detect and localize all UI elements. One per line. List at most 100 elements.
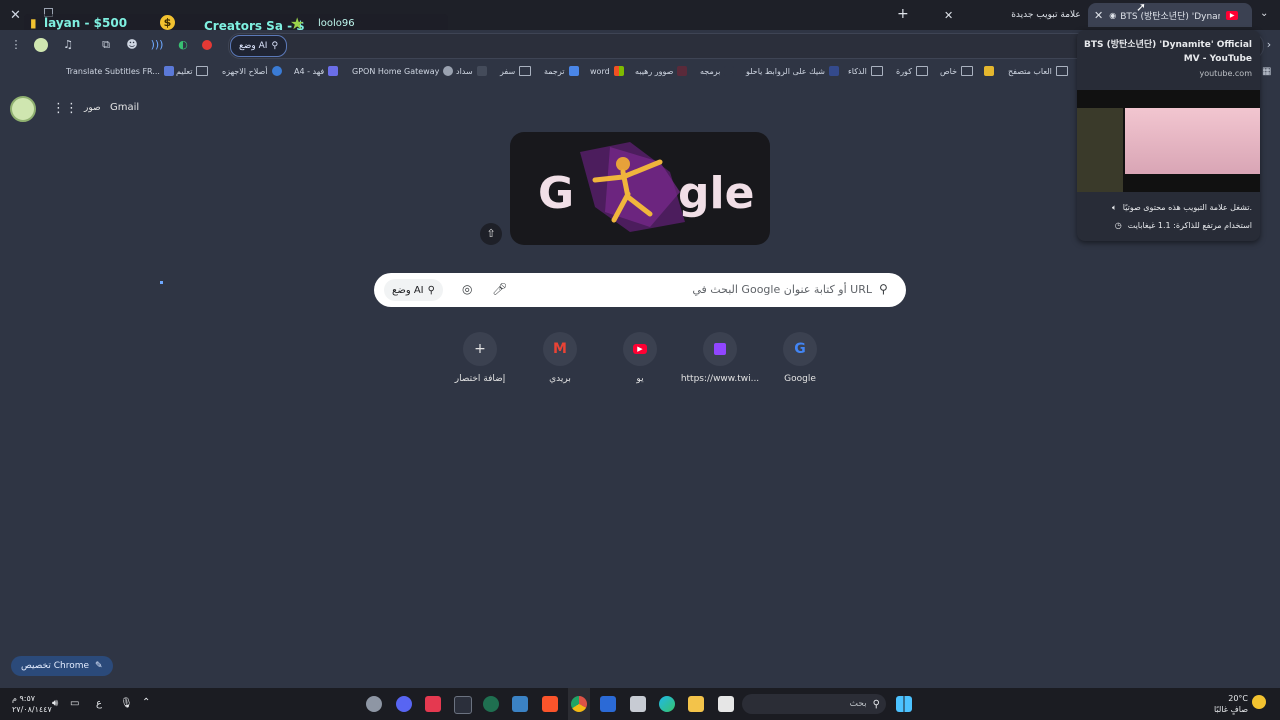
sparkle-search-icon: ⚲	[271, 41, 279, 51]
search-icon: ⚲	[879, 282, 888, 296]
bookmark-item[interactable]: A4 - فهد	[294, 66, 339, 76]
weather-widget[interactable]: 20°C صافٍ غالبًا	[1212, 693, 1248, 715]
bookmark-item[interactable]: أصلاح الاجهزه	[222, 66, 282, 76]
clock[interactable]: ٩:٥٧ م ٢٧/٠٨/١٤٤٧	[12, 693, 52, 715]
microsoft-icon	[613, 66, 624, 76]
language-indicator[interactable]: ع	[96, 698, 102, 709]
bookmark-item[interactable]: صوور رهيبه	[635, 66, 688, 76]
gmail-icon: M	[543, 332, 577, 366]
lens-icon[interactable]: ◎	[462, 282, 472, 296]
shortcut-label: بريدي	[549, 374, 571, 384]
share-doodle-button[interactable]: ⇧	[480, 223, 502, 245]
bookmark-item[interactable]: شيك على الروابط ياحلو	[746, 66, 839, 76]
window-close-icon[interactable]: ✕	[10, 8, 21, 23]
speaker-icon: 🔈︎	[1111, 203, 1117, 212]
ticker-item-1: layan - $500	[44, 16, 128, 30]
google-apps-icon[interactable]: ⋮⋮	[52, 101, 78, 116]
memory-note-text: استخدام مرتفع للذاكرة: 1.1 غيغابايت	[1127, 221, 1252, 230]
plus-icon: +	[463, 332, 497, 366]
shortcut-twitch[interactable]: https://www.twi...	[680, 332, 760, 384]
bookmark-item[interactable]: Translate Subtitles FR...	[66, 66, 174, 76]
taskbar-search[interactable]: بحث ⚲	[742, 694, 886, 714]
ticker-item-3: loolo96	[318, 18, 355, 29]
tray-chevron-icon[interactable]: ⌃	[142, 697, 150, 708]
apps-grid-icon[interactable]: ▦	[1262, 66, 1271, 77]
tab-close-icon[interactable]: ✕	[944, 9, 953, 22]
omnibox-ai-mode-button[interactable]: وضع AI ⚲	[230, 35, 288, 57]
voice-search-icon[interactable]: 🎤︎	[492, 282, 507, 296]
extension-green-icon[interactable]: ◐	[176, 38, 190, 52]
extension-signal-icon[interactable]: )))	[150, 38, 164, 52]
menu-icon[interactable]: ⋮	[9, 38, 23, 52]
loading-dot	[160, 281, 163, 284]
folder-icon	[519, 66, 532, 76]
brave-icon[interactable]	[542, 696, 558, 712]
media-controls-icon[interactable]: ♫	[61, 38, 75, 52]
google-doodle[interactable]: G gle	[510, 132, 770, 245]
ai-mode-button[interactable]: وضع AI ⚲	[384, 279, 443, 301]
edge-icon[interactable]	[659, 696, 675, 712]
store-icon[interactable]	[630, 696, 646, 712]
customize-chrome-button[interactable]: تخصيص Chrome ✎	[11, 656, 113, 676]
app-red-icon[interactable]	[425, 696, 441, 712]
mic-icon[interactable]: 🎙︎	[120, 698, 133, 709]
search-icon: ⚲	[872, 698, 880, 710]
folder-icon	[1055, 66, 1068, 76]
folder-icon	[196, 66, 209, 76]
add-shortcut[interactable]: + إضافة اختصار	[440, 332, 520, 384]
windows-start-icon[interactable]	[896, 696, 912, 712]
profile-avatar[interactable]	[34, 38, 48, 52]
new-tab-button[interactable]: +	[897, 6, 909, 22]
settings-icon[interactable]	[366, 696, 382, 712]
google-translate-icon	[568, 66, 579, 76]
network-icon[interactable]: ▭	[70, 698, 79, 709]
temperature: 20°C	[1228, 694, 1248, 703]
extension-red-icon[interactable]	[202, 40, 212, 50]
word-icon[interactable]	[600, 696, 616, 712]
file-explorer-icon[interactable]	[688, 696, 704, 712]
xbox-icon[interactable]	[454, 696, 472, 714]
bookmark-folder[interactable]: كورة	[896, 66, 928, 76]
shortcut-gmail[interactable]: M بريدي	[520, 332, 600, 384]
tab-youtube[interactable]: ✕ ◉ BTS (방탄소년단) 'Dynamite' O ▶	[1088, 3, 1252, 27]
tab-new-tab[interactable]: ✕ علامة تبويب جديدة	[938, 3, 1084, 27]
customize-label: تخصيص Chrome	[21, 661, 90, 671]
app-green-icon[interactable]	[483, 696, 499, 712]
bookmark-item[interactable]: العاب متصفح	[984, 66, 1068, 76]
extensions-icon[interactable]: ⧉	[99, 38, 113, 52]
mail-icon[interactable]	[512, 696, 528, 712]
hover-card-preview	[1077, 90, 1260, 192]
dollar-icon: $	[160, 15, 175, 30]
game-icon	[984, 66, 994, 76]
gmail-link[interactable]: Gmail	[110, 102, 139, 113]
bookmark-item[interactable]: سداد	[456, 66, 487, 76]
audio-note-text: تشغل علامة التبويب هذه محتوى صوتيًا.	[1122, 203, 1252, 212]
coin-icon: ▮	[30, 16, 37, 30]
bookmark-folder[interactable]: الذكاء	[848, 66, 883, 76]
extension-icon[interactable]: ☻	[125, 38, 139, 52]
audio-icon[interactable]: ◉	[1109, 11, 1116, 20]
account-avatar[interactable]	[10, 96, 36, 122]
twitch-icon	[703, 332, 737, 366]
discord-icon[interactable]	[396, 696, 412, 712]
app-white-icon[interactable]	[718, 696, 734, 712]
bookmark-folder[interactable]: سفر	[500, 66, 532, 76]
youtube-favicon-icon: ▶	[1226, 10, 1239, 20]
bookmark-item[interactable]: GPON Home Gateway	[352, 66, 454, 76]
search-input[interactable]: البحث في Google أو كتابة عنوان URL	[560, 283, 872, 296]
shortcut-youtube[interactable]: ▶ يو	[600, 332, 680, 384]
tab-search-icon[interactable]: ⌄	[1260, 8, 1268, 19]
svg-text:G: G	[538, 168, 574, 219]
tab-close-icon[interactable]: ✕	[1094, 9, 1103, 22]
volume-icon[interactable]: 🔊︎	[52, 698, 58, 709]
bookmark-folder[interactable]: تعليم	[176, 66, 209, 76]
bookmark-item[interactable]: برمجه	[700, 66, 735, 76]
ai-mode-label: وضع AI	[392, 284, 424, 296]
bookmark-folder[interactable]: خاص	[940, 66, 974, 76]
reload-icon[interactable]: ›	[1262, 38, 1276, 52]
shortcut-label: إضافة اختصار	[454, 374, 506, 384]
images-link[interactable]: صور	[84, 103, 101, 113]
shortcut-google[interactable]: G Google	[760, 332, 840, 384]
bookmark-item[interactable]: word	[590, 66, 624, 76]
bookmark-item[interactable]: ترجمة	[544, 66, 579, 76]
